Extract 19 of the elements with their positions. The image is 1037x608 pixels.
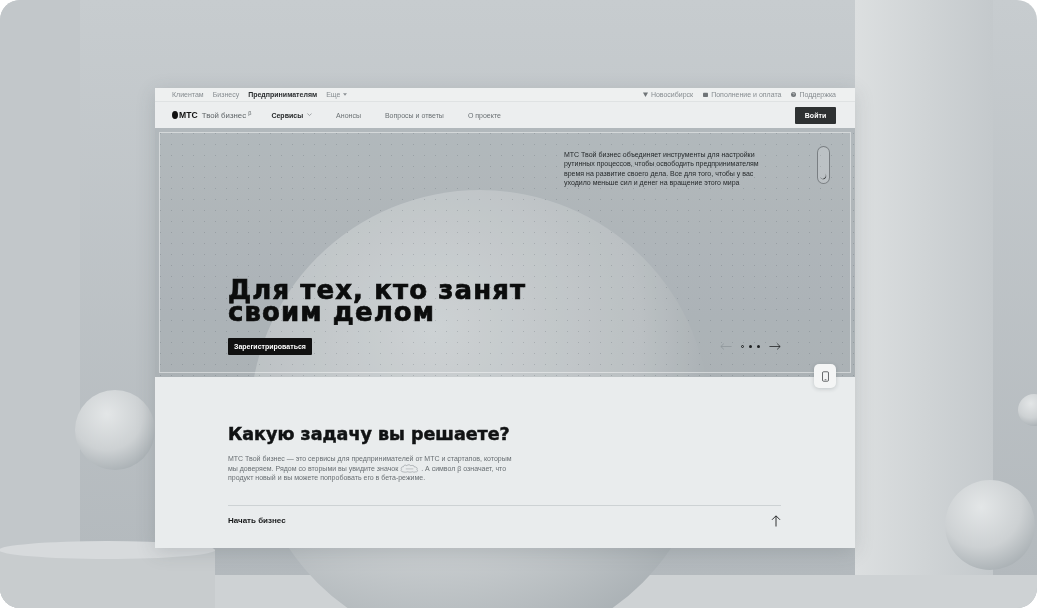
arrow-left-icon <box>720 343 732 350</box>
cloud-badge-icon <box>400 464 420 473</box>
slide-dot[interactable] <box>757 345 760 348</box>
slide-dot[interactable] <box>749 345 752 348</box>
location-pin-icon <box>642 92 648 97</box>
wallet-icon <box>703 92 709 97</box>
caret-icon <box>343 93 348 96</box>
chevron-down-icon <box>307 113 313 117</box>
phone-icon <box>821 370 829 382</box>
theme-toggle[interactable] <box>817 146 830 184</box>
hero-heading: Для тех, кто занят своим делом <box>228 280 528 323</box>
arrow-right-icon <box>769 343 781 350</box>
help-icon <box>791 92 797 97</box>
arrow-up-icon <box>771 514 781 527</box>
section-heading: Какую задачу вы решаете? <box>228 423 511 446</box>
next-slide-button[interactable] <box>769 343 781 350</box>
phone-button[interactable] <box>814 364 836 388</box>
egg-logo-icon <box>172 111 178 119</box>
accordion-item[interactable]: Начать бизнес <box>228 504 781 527</box>
